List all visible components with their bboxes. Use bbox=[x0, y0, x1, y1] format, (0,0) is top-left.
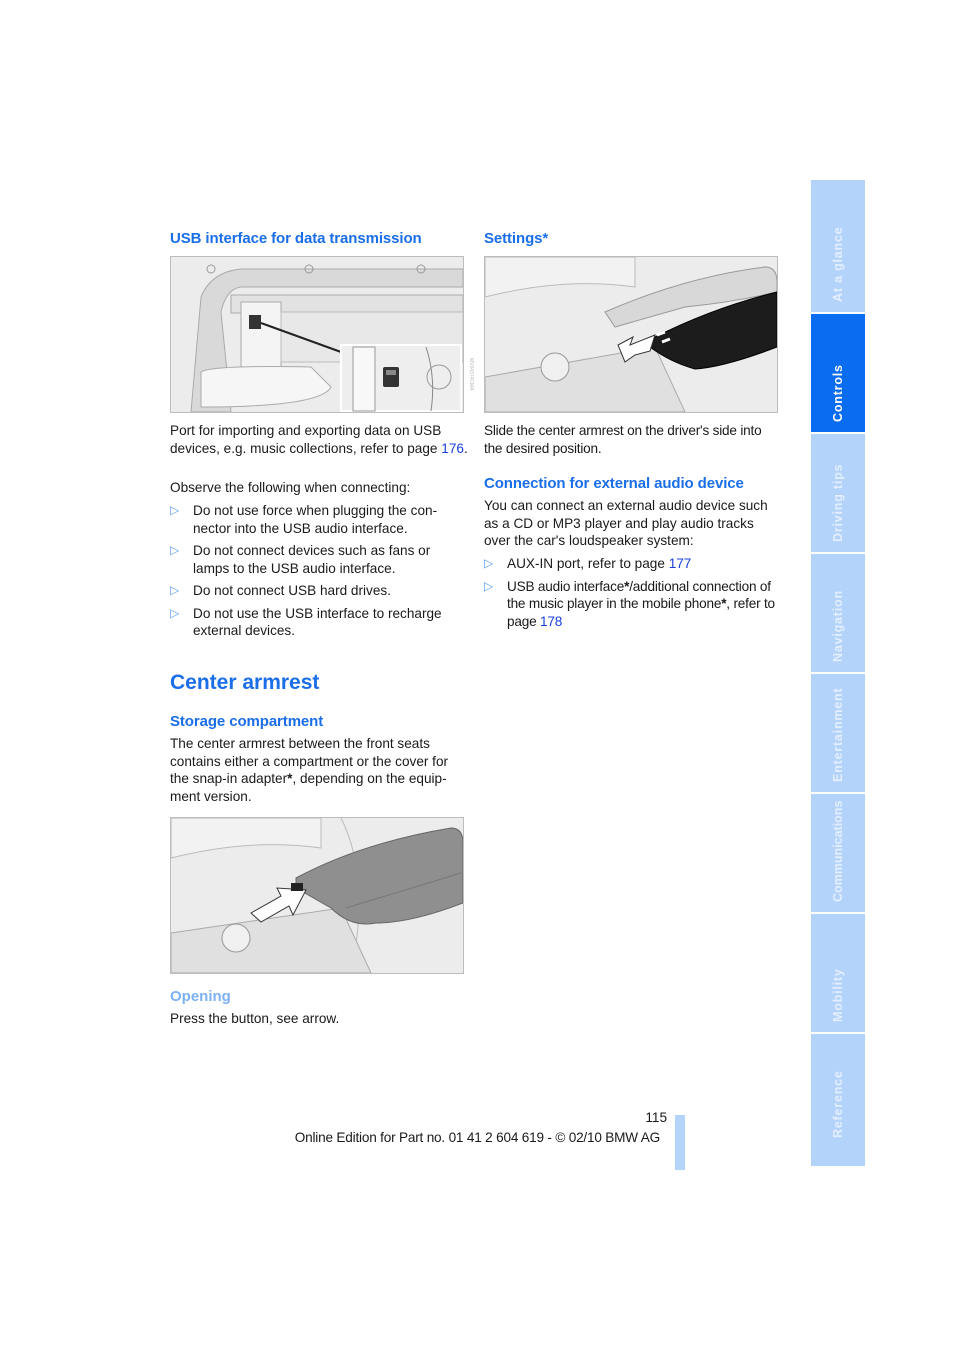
tab-label: Entertainment bbox=[831, 687, 845, 782]
page-link-178[interactable]: 178 bbox=[540, 614, 562, 629]
list-item: ▷ AUX-IN port, refer to page 177 bbox=[484, 555, 779, 573]
usb-intro-text: Port for importing and exporting data on… bbox=[170, 422, 470, 457]
sidebar-tab-navigation[interactable]: Navigation bbox=[811, 554, 865, 672]
bullet-text: Do not use the USB interface to recharge… bbox=[193, 605, 442, 639]
storage-compartment-heading: Storage compartment bbox=[170, 713, 324, 730]
audio-connection-heading: Connection for external audio device bbox=[484, 475, 744, 492]
usb-interface-heading: USB interface for data transmission bbox=[170, 230, 422, 247]
page-number: 115 bbox=[645, 1110, 667, 1125]
sidebar-tab-driving-tips[interactable]: Driving tips bbox=[811, 434, 865, 552]
usb-interface-figure bbox=[170, 256, 464, 413]
triangle-bullet-icon: ▷ bbox=[170, 543, 180, 557]
tab-label: Communications bbox=[831, 800, 845, 902]
figure-code bbox=[466, 920, 474, 975]
sidebar-tab-controls[interactable]: Controls bbox=[811, 314, 865, 432]
tab-label: Driving tips bbox=[831, 463, 845, 542]
armrest-opening-figure bbox=[170, 817, 464, 974]
audio-options-list: ▷ AUX-IN port, refer to page 177 ▷ USB aud… bbox=[484, 555, 779, 635]
tab-label: Controls bbox=[831, 364, 845, 422]
page-link-176[interactable]: 176 bbox=[441, 441, 464, 456]
bullet-text: Do not use force when plugging the con-n… bbox=[193, 503, 438, 536]
tab-label: Navigation bbox=[831, 590, 845, 662]
tab-label: At a glance bbox=[831, 226, 845, 303]
observe-text: Observe the following when connecting: bbox=[170, 480, 411, 495]
sidebar-tab-at-a-glance[interactable]: At a glance bbox=[811, 180, 865, 312]
armrest-settings-figure bbox=[484, 256, 778, 413]
bullet-text: Do not connect devices such as fans or l… bbox=[193, 543, 431, 576]
page-marker-bar bbox=[675, 1115, 685, 1170]
list-item: ▷ Do not use the USB interface to recharg… bbox=[170, 605, 460, 640]
settings-heading: Settings* bbox=[484, 230, 549, 247]
center-armrest-heading: Center armrest bbox=[170, 671, 320, 694]
sidebar-tab-reference[interactable]: Reference bbox=[811, 1034, 865, 1166]
usb-intro-period: . bbox=[463, 440, 468, 456]
tab-label: Reference bbox=[831, 1070, 845, 1138]
page-link-177[interactable]: 177 bbox=[669, 556, 692, 571]
triangle-bullet-icon: ▷ bbox=[170, 605, 180, 620]
list-item: ▷ USB audio interface*/additional connect… bbox=[484, 578, 779, 631]
sidebar-tab-entertainment[interactable]: Entertainment bbox=[811, 674, 865, 792]
bullet-text: Do not connect USB hard drives. bbox=[193, 583, 391, 598]
figure-code: MV04374CMA bbox=[468, 358, 474, 391]
opening-heading: Opening bbox=[170, 988, 231, 1005]
bullet-text: USB audio interface bbox=[507, 578, 625, 594]
tab-label: Mobility bbox=[831, 968, 845, 1022]
list-item: ▷ Do not connect devices such as fans or … bbox=[170, 542, 460, 577]
triangle-bullet-icon: ▷ bbox=[484, 556, 494, 570]
opening-text: Press the button, see arrow. bbox=[170, 1011, 340, 1026]
figure-code bbox=[780, 360, 788, 410]
list-item: ▷ Do not connect USB hard drives. bbox=[170, 582, 460, 600]
triangle-bullet-icon: ▷ bbox=[484, 578, 494, 593]
storage-text: The center armrest between the front sea… bbox=[170, 735, 462, 805]
settings-text: Slide the center armrest on the driver's… bbox=[484, 423, 762, 456]
sidebar-tab-communications[interactable]: Communications bbox=[811, 794, 865, 912]
audio-connection-text: You can connect an external audio device… bbox=[484, 498, 768, 548]
triangle-bullet-icon: ▷ bbox=[170, 503, 180, 517]
footer-edition: Online Edition for Part no. 01 41 2 604 … bbox=[294, 1130, 660, 1145]
usb-warnings-list: ▷ Do not use force when plugging the con-… bbox=[170, 502, 460, 645]
list-item: ▷ Do not use force when plugging the con-… bbox=[170, 502, 460, 537]
triangle-bullet-icon: ▷ bbox=[170, 583, 180, 597]
bullet-text: AUX-IN port, refer to page bbox=[507, 556, 669, 571]
usb-intro-body: Port for importing and exporting data on… bbox=[170, 423, 442, 456]
